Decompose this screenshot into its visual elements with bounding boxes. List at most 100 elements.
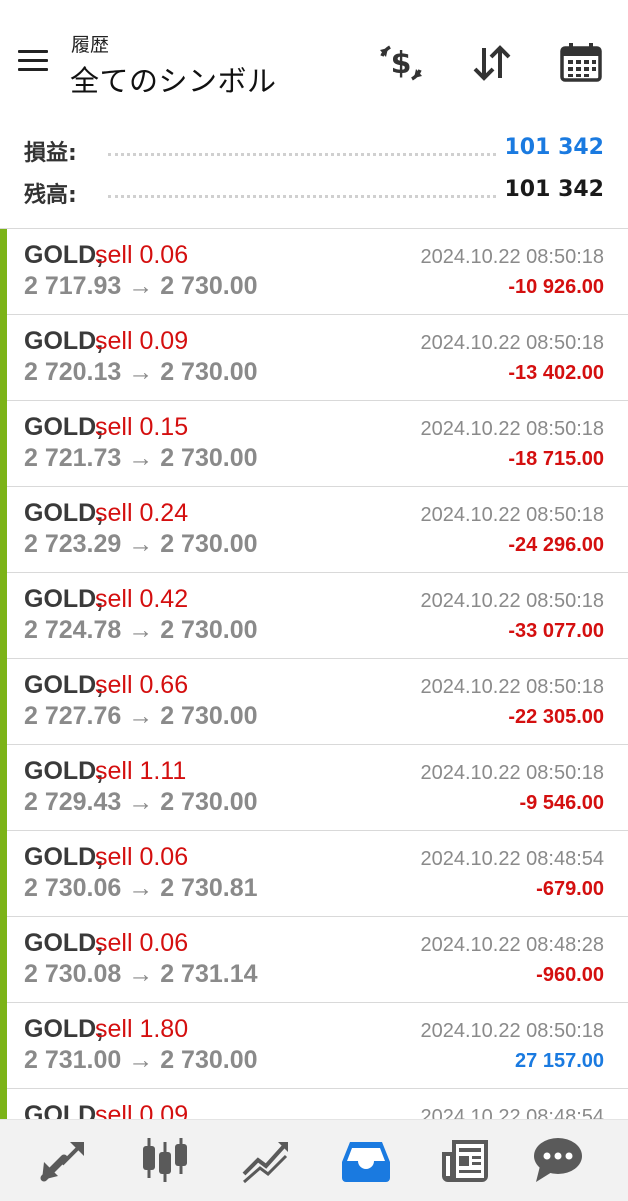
trade-side-volume: sell 0.09 [95,1101,189,1119]
trade-symbol: GOLD, [24,499,104,527]
trade-side-indicator [0,573,7,659]
trade-prices: 2 717.93 → 2 730.00 [24,272,258,300]
trade-symbol: GOLD, [24,413,104,441]
candlestick-chart-icon[interactable] [137,1134,193,1186]
currency-exchange-icon[interactable]: $ [376,38,426,88]
bottom-nav [0,1119,628,1201]
trade-side-indicator [0,1089,7,1119]
sort-icon[interactable] [467,38,517,88]
trade-side-volume: sell 1.80 [95,1015,189,1043]
history-inbox-icon[interactable] [338,1134,394,1186]
trade-symbol: GOLD, [24,327,104,355]
trade-side-volume: sell 0.06 [95,843,189,871]
trade-profit: -22 305.00 [508,706,604,728]
trade-side-volume: sell 0.06 [95,929,189,957]
menu-icon[interactable] [16,46,52,76]
trade-prices: 2 723.29 → 2 730.00 [24,530,258,558]
calendar-icon[interactable] [556,38,606,88]
trade-side-volume: sell 0.06 [95,241,189,269]
trade-prices: 2 721.73 → 2 730.00 [24,444,258,472]
trade-symbol: GOLD, [24,1015,104,1043]
trade-side-indicator [0,831,7,917]
trade-row[interactable]: GOLD, sell 0.42 2 724.78 → 2 730.00 2024… [0,573,628,659]
trade-time: 2024.10.22 08:50:18 [420,676,604,698]
trade-side-volume: sell 0.42 [95,585,189,613]
trade-time: 2024.10.22 08:48:54 [420,848,604,870]
svg-text:$: $ [391,46,412,81]
symbol-filter-title[interactable]: 全てのシンボル [70,58,277,100]
summary-panel: 損益: 101 342 残高: 101 342 [0,118,628,229]
trade-side-indicator [0,745,7,831]
trade-row[interactable]: GOLD, sell 1.11 2 729.43 → 2 730.00 2024… [0,745,628,831]
trade-time: 2024.10.22 08:50:18 [420,332,604,354]
trade-profit: -960.00 [536,964,604,986]
trade-side-volume: sell 0.09 [95,327,189,355]
trade-row[interactable]: GOLD, sell 0.66 2 727.76 → 2 730.00 2024… [0,659,628,745]
trade-row[interactable]: GOLD, sell 0.06 2 730.06 → 2 730.81 2024… [0,831,628,917]
trade-side-indicator [0,917,7,1003]
trade-profit: -33 077.00 [508,620,604,642]
profit-value: 101 342 [498,135,604,160]
trade-prices: 2 729.43 → 2 730.00 [24,788,258,816]
news-icon[interactable] [438,1134,494,1186]
trade-symbol: GOLD, [24,1101,104,1119]
trade-side-indicator [0,229,7,315]
trade-side-indicator [0,659,7,745]
app-header: 履歴 全てのシンボル $ [0,0,628,118]
trade-symbol: GOLD, [24,843,104,871]
trade-profit: -10 926.00 [508,276,604,298]
trade-arrows-icon[interactable] [36,1134,92,1186]
trade-side-indicator [0,401,7,487]
trade-row[interactable]: GOLD, sell 0.06 2 717.93 → 2 730.00 2024… [0,229,628,315]
trade-profit: -24 296.00 [508,534,604,556]
trade-side-volume: sell 0.15 [95,413,189,441]
trade-symbol: GOLD, [24,241,104,269]
trade-prices: 2 720.13 → 2 730.00 [24,358,258,386]
trade-row[interactable]: GOLD, sell 0.24 2 723.29 → 2 730.00 2024… [0,487,628,573]
trade-time: 2024.10.22 08:48:54 [420,1106,604,1119]
trade-prices: 2 730.08 → 2 731.14 [24,960,258,988]
trend-chart-icon[interactable] [238,1134,294,1186]
profit-label: 損益: [24,135,83,167]
balance-value: 101 342 [498,177,604,202]
trade-prices: 2 731.00 → 2 730.00 [24,1046,258,1074]
trade-profit: -18 715.00 [508,448,604,470]
profit-row: 損益: 101 342 [24,135,604,171]
trade-row[interactable]: GOLD, sell 0.09 2 720.13 → 2 730.00 2024… [0,315,628,401]
trade-time: 2024.10.22 08:50:18 [420,504,604,526]
trade-profit: -13 402.00 [508,362,604,384]
trade-side-volume: sell 0.24 [95,499,189,527]
trade-profit: -679.00 [536,878,604,900]
trade-side-indicator [0,315,7,401]
trade-history-list[interactable]: GOLD, sell 0.06 2 717.93 → 2 730.00 2024… [0,229,628,1119]
trade-time: 2024.10.22 08:50:18 [420,1020,604,1042]
trade-time: 2024.10.22 08:50:18 [420,762,604,784]
trade-prices: 2 730.06 → 2 730.81 [24,874,258,902]
trade-row[interactable]: GOLD, sell 0.09 2024.10.22 08:48:54 [0,1089,628,1119]
trade-time: 2024.10.22 08:50:18 [420,246,604,268]
trade-symbol: GOLD, [24,929,104,957]
trade-side-volume: sell 0.66 [95,671,189,699]
trade-time: 2024.10.22 08:48:28 [420,934,604,956]
balance-row: 残高: 101 342 [24,177,604,213]
trade-time: 2024.10.22 08:50:18 [420,418,604,440]
header-subtitle: 履歴 [71,34,110,56]
trade-side-volume: sell 1.11 [95,757,187,785]
leader-dots [108,153,496,156]
chat-bubble-icon[interactable] [530,1134,586,1186]
trade-profit: 27 157.00 [515,1050,604,1072]
trade-row[interactable]: GOLD, sell 0.15 2 721.73 → 2 730.00 2024… [0,401,628,487]
trade-symbol: GOLD, [24,585,104,613]
balance-label: 残高: [24,177,83,209]
trade-symbol: GOLD, [24,757,104,785]
trade-time: 2024.10.22 08:50:18 [420,590,604,612]
trade-side-indicator [0,1003,7,1089]
trade-symbol: GOLD, [24,671,104,699]
trade-row[interactable]: GOLD, sell 0.06 2 730.08 → 2 731.14 2024… [0,917,628,1003]
trade-row[interactable]: GOLD, sell 1.80 2 731.00 → 2 730.00 2024… [0,1003,628,1089]
leader-dots [108,195,496,198]
trade-prices: 2 727.76 → 2 730.00 [24,702,258,730]
trade-profit: -9 546.00 [519,792,604,814]
trade-prices: 2 724.78 → 2 730.00 [24,616,258,644]
trade-side-indicator [0,487,7,573]
